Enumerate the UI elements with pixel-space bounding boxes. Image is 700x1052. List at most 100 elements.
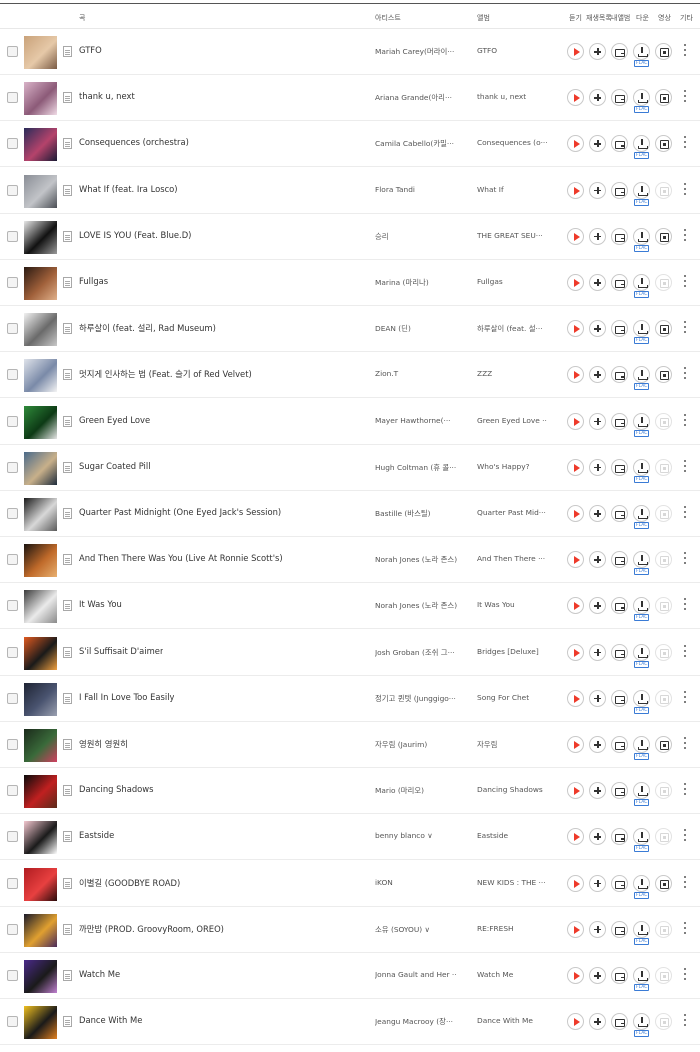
album-art[interactable]: [24, 451, 57, 485]
add-to-my-album-icon[interactable]: [611, 736, 628, 753]
add-to-playlist-icon[interactable]: [589, 828, 606, 846]
song-title[interactable]: 영원히 영원히: [79, 738, 128, 750]
row-checkbox[interactable]: [7, 46, 18, 57]
table-row[interactable]: What If (feat. Ira Losco) Flora Tandi What…: [0, 168, 700, 214]
lyrics-icon[interactable]: [63, 554, 72, 566]
table-row[interactable]: 까만밤 (PROD. GroovyRoom, OREO) 소유 (SOYOU) ∨…: [0, 907, 700, 953]
more-options-icon[interactable]: [684, 228, 687, 244]
album-art[interactable]: [24, 220, 57, 254]
album-name[interactable]: THE GREAT SEU···: [477, 231, 547, 240]
add-to-my-album-icon[interactable]: [611, 135, 628, 153]
lyrics-icon[interactable]: [63, 739, 72, 750]
song-title[interactable]: What If (feat. Ira Losco): [79, 184, 178, 194]
play-icon[interactable]: [567, 227, 584, 245]
row-checkbox[interactable]: [7, 230, 18, 242]
more-options-icon[interactable]: [684, 829, 687, 844]
download-icon[interactable]: [633, 43, 650, 60]
artist-name[interactable]: Norah Jones (노라 존스): [375, 600, 457, 611]
download-icon[interactable]: [633, 181, 650, 199]
more-options-icon[interactable]: [684, 321, 687, 336]
artist-name[interactable]: Jeangu Macrooy (장···: [375, 1016, 457, 1027]
album-art[interactable]: [24, 544, 57, 578]
music-video-icon[interactable]: [655, 874, 672, 892]
artist-name[interactable]: Mario (마리오): [375, 785, 457, 796]
add-to-my-album-icon[interactable]: [611, 458, 628, 476]
lyrics-icon[interactable]: [63, 369, 72, 381]
album-art[interactable]: [24, 821, 57, 855]
add-to-my-album-icon[interactable]: [611, 89, 628, 107]
row-checkbox[interactable]: [7, 739, 18, 750]
music-video-icon[interactable]: [655, 227, 672, 245]
artist-name[interactable]: 소유 (SOYOU) ∨: [375, 924, 457, 935]
more-options-icon[interactable]: [684, 875, 687, 891]
song-title[interactable]: Sugar Coated Pill: [79, 461, 151, 471]
add-to-my-album-icon[interactable]: [611, 828, 628, 846]
lyrics-icon[interactable]: [63, 692, 72, 704]
add-to-playlist-icon[interactable]: [589, 320, 606, 338]
more-options-icon[interactable]: [684, 90, 687, 105]
add-to-my-album-icon[interactable]: [611, 227, 628, 245]
table-row[interactable]: Quarter Past Midnight (One Eyed Jack's S…: [0, 491, 700, 537]
download-icon[interactable]: [633, 505, 650, 522]
add-to-playlist-icon[interactable]: [589, 551, 606, 569]
more-options-icon[interactable]: [684, 275, 687, 290]
add-to-playlist-icon[interactable]: [589, 689, 606, 707]
lyrics-icon[interactable]: [63, 877, 72, 889]
download-icon[interactable]: [633, 874, 650, 892]
lyrics-icon[interactable]: [63, 46, 72, 57]
play-icon[interactable]: [567, 736, 584, 753]
row-checkbox[interactable]: [7, 184, 18, 196]
table-row[interactable]: Green Eyed Love Mayer Hawthorne(··· Green …: [0, 399, 700, 445]
add-to-playlist-icon[interactable]: [589, 89, 606, 107]
table-row[interactable]: 영원히 영원히 자우림 (Jaurim) 자우림 FLAC: [0, 722, 700, 768]
music-video-icon[interactable]: [655, 89, 672, 107]
download-icon[interactable]: [633, 227, 650, 245]
play-icon[interactable]: [567, 412, 584, 430]
song-title[interactable]: GTFO: [79, 45, 102, 55]
download-icon[interactable]: [633, 736, 650, 753]
song-title[interactable]: 하루살이 (feat. 설리, Rad Museum): [79, 322, 216, 334]
table-row[interactable]: 이별길 (GOODBYE ROAD) iKON NEW KIDS : THE ···…: [0, 861, 700, 907]
lyrics-icon[interactable]: [63, 138, 72, 150]
album-name[interactable]: 자우림: [477, 739, 547, 750]
lyrics-icon[interactable]: [63, 323, 72, 335]
album-name[interactable]: RE:FRESH: [477, 924, 547, 933]
album-name[interactable]: GTFO: [477, 46, 547, 55]
download-icon[interactable]: [633, 89, 650, 107]
album-art[interactable]: [24, 267, 57, 300]
album-name[interactable]: ZZZ: [477, 369, 547, 378]
album-art[interactable]: [24, 82, 57, 116]
table-row[interactable]: thank u, next Ariana Grande(아리··· thank u,…: [0, 75, 700, 122]
artist-name[interactable]: Norah Jones (노라 존스): [375, 554, 457, 565]
row-checkbox[interactable]: [7, 138, 18, 150]
add-to-playlist-icon[interactable]: [589, 43, 606, 60]
row-checkbox[interactable]: [7, 461, 18, 473]
add-to-my-album-icon[interactable]: [611, 643, 628, 661]
lyrics-icon[interactable]: [63, 184, 72, 196]
song-title[interactable]: Watch Me: [79, 969, 120, 979]
album-name[interactable]: Bridges [Deluxe]: [477, 647, 547, 656]
download-icon[interactable]: [633, 967, 650, 984]
lyrics-icon[interactable]: [63, 600, 72, 612]
download-icon[interactable]: [633, 1013, 650, 1031]
add-to-my-album-icon[interactable]: [611, 320, 628, 338]
song-title[interactable]: And Then There Was You (Live At Ronnie S…: [79, 553, 283, 563]
artist-name[interactable]: DEAN (딘): [375, 323, 457, 334]
music-video-icon[interactable]: [655, 135, 672, 153]
artist-name[interactable]: Jonna Gault and Her ···: [375, 970, 457, 979]
more-options-icon[interactable]: [684, 459, 687, 475]
album-art[interactable]: [24, 913, 57, 947]
lyrics-icon[interactable]: [63, 831, 72, 843]
song-title[interactable]: Dancing Shadows: [79, 784, 154, 794]
add-to-my-album-icon[interactable]: [611, 366, 628, 384]
play-icon[interactable]: [567, 967, 584, 984]
artist-name[interactable]: Zion.T: [375, 369, 457, 378]
add-to-playlist-icon[interactable]: [589, 1013, 606, 1031]
lyrics-icon[interactable]: [63, 923, 72, 935]
add-to-playlist-icon[interactable]: [589, 458, 606, 476]
row-checkbox[interactable]: [7, 92, 18, 104]
add-to-my-album-icon[interactable]: [611, 689, 628, 707]
music-video-icon[interactable]: [655, 320, 672, 338]
table-row[interactable]: GTFO Mariah Carey(머라이··· GTFO FLAC: [0, 29, 700, 75]
download-icon[interactable]: [633, 920, 650, 938]
